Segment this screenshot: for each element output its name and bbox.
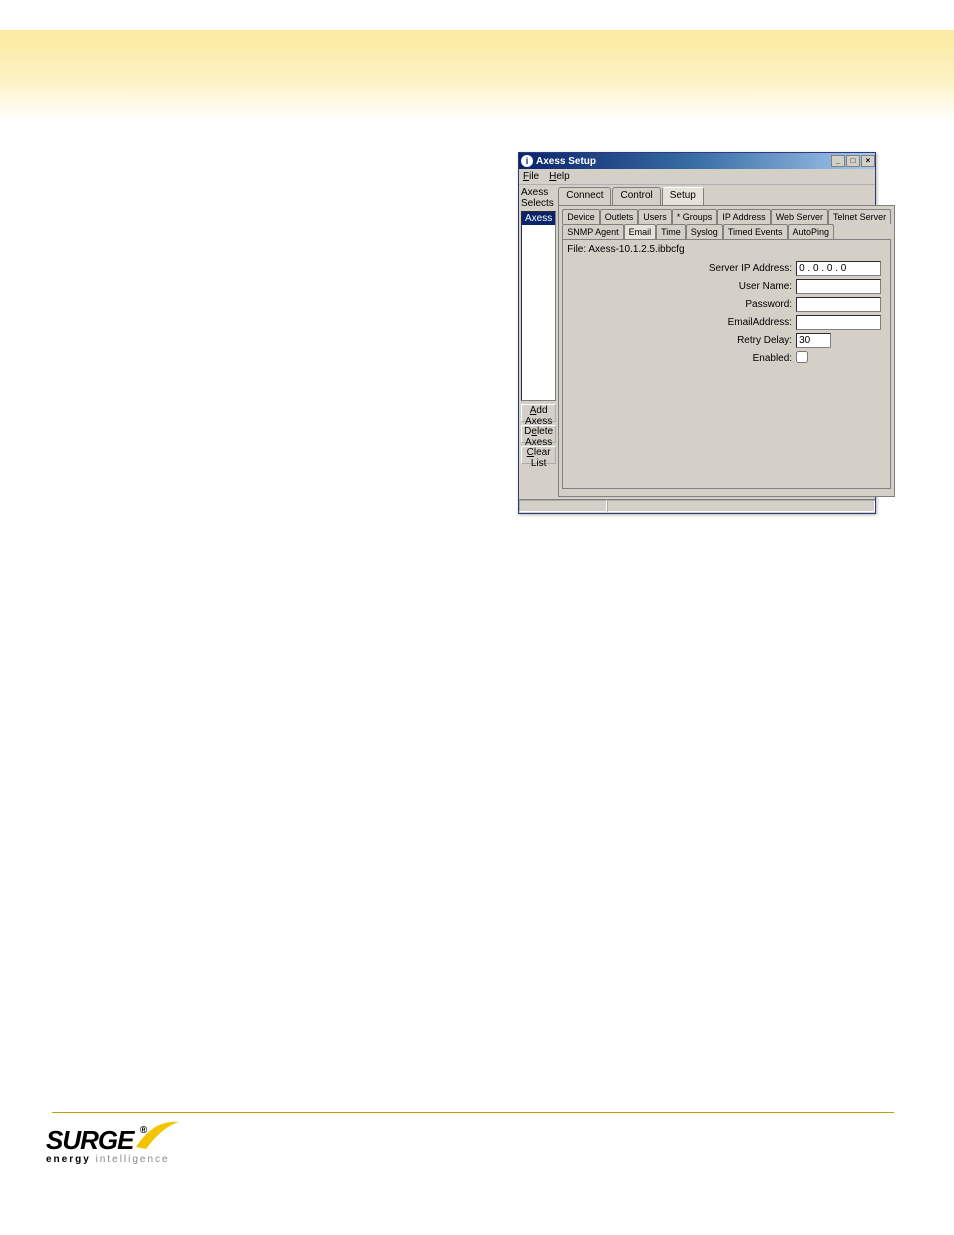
app-window: i Axess Setup _ □ × File Help Axess Sele… [518,152,876,514]
tab-connect[interactable]: Connect [558,187,611,205]
app-icon: i [521,155,533,167]
retry-label: Retry Delay: [737,335,792,346]
subtab-outlets[interactable]: Outlets [600,209,639,224]
left-panel: Axess Selects Axess Add Axess Delete Axe… [521,187,556,497]
server-ip-input[interactable] [796,261,881,276]
maximize-button[interactable]: □ [846,155,860,167]
email-panel: File: Axess-10.1.2.5.ibbcfg Server IP Ad… [562,239,891,489]
subtab-device[interactable]: Device [562,209,600,224]
retry-input[interactable] [796,333,831,348]
status-cell-1 [519,500,607,512]
logo-text: SURGE [46,1125,133,1155]
subtab-autoping[interactable]: AutoPing [788,224,835,239]
subtab-timed[interactable]: Timed Events [723,224,788,239]
logo: SURGE ® energy intelligence [46,1125,186,1165]
swoosh-icon [134,1117,184,1157]
clear-list-button[interactable]: Clear List [521,446,556,464]
subtab-time[interactable]: Time [656,224,686,239]
server-ip-label: Server IP Address: [709,263,792,274]
footer-divider [52,1112,894,1113]
status-cell-2 [607,500,875,512]
close-button[interactable]: × [861,155,875,167]
window-title: Axess Setup [536,156,830,167]
emailaddr-label: EmailAddress: [728,317,792,328]
minimize-button[interactable]: _ [831,155,845,167]
emailaddr-input[interactable] [796,315,881,330]
enabled-checkbox[interactable] [796,351,808,363]
tab-control[interactable]: Control [612,187,660,205]
tree-item-axess[interactable]: Axess [522,212,555,225]
logo-main: SURGE ® [46,1125,186,1156]
subtab-users[interactable]: Users [638,209,672,224]
username-label: User Name: [739,281,792,292]
axess-tree[interactable]: Axess [521,211,556,401]
username-input[interactable] [796,279,881,294]
subtab-snmp[interactable]: SNMP Agent [562,224,623,239]
subtab-email[interactable]: Email [624,224,657,239]
subtab-ip[interactable]: IP Address [717,209,770,224]
subtab-telnet[interactable]: Telnet Server [828,209,891,224]
right-panel: Connect Control Setup Device Outlets Use… [558,187,895,497]
subtab-web[interactable]: Web Server [771,209,828,224]
sub-tabs: Device Outlets Users * Groups IP Address… [562,209,891,239]
subtab-groups[interactable]: * Groups [672,209,718,224]
enabled-label: Enabled: [753,353,792,364]
password-input[interactable] [796,297,881,312]
axess-selects-label: Axess Selects [521,187,556,209]
menubar: File Help [519,169,875,185]
statusbar [519,499,875,513]
titlebar: i Axess Setup _ □ × [519,153,875,169]
setup-tab-body: Device Outlets Users * Groups IP Address… [558,205,895,497]
delete-axess-button[interactable]: Delete Axess [521,425,556,443]
menu-help[interactable]: Help [549,171,570,182]
menu-file[interactable]: File [523,171,539,182]
tab-setup[interactable]: Setup [662,187,704,205]
add-axess-button[interactable]: Add Axess [521,404,556,422]
top-tabs: Connect Control Setup [558,187,895,205]
subtab-syslog[interactable]: Syslog [686,224,723,239]
file-line: File: Axess-10.1.2.5.ibbcfg [567,244,886,255]
password-label: Password: [745,299,792,310]
